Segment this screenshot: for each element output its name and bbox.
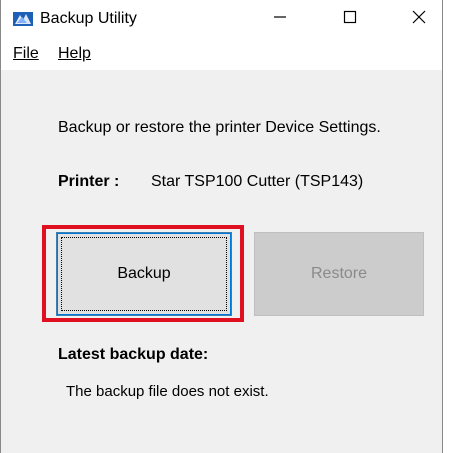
restore-button-label: Restore <box>310 265 368 282</box>
printer-value: Star TSP100 Cutter (TSP143) <box>151 173 364 190</box>
latest-backup-label: Latest backup date: <box>58 346 209 363</box>
description-text: Backup or restore the printer Device Set… <box>58 119 381 136</box>
backup-utility-window: Backup Utility File Help Backup or resto… <box>0 0 443 453</box>
latest-backup-value: The backup file does not exist. <box>66 383 269 400</box>
menu-help-label: Help <box>58 45 91 62</box>
window-title: Backup Utility <box>40 10 137 27</box>
minimize-icon <box>273 10 287 29</box>
minimize-button[interactable] <box>257 0 303 38</box>
focus-rectangle <box>61 237 227 311</box>
backup-utility-icon <box>13 11 33 27</box>
maximize-button[interactable] <box>327 0 373 38</box>
menu-help[interactable]: Help <box>58 45 91 63</box>
backup-button[interactable]: Backup <box>56 232 232 316</box>
title-bar[interactable]: Backup Utility <box>1 0 442 38</box>
restore-button[interactable]: Restore <box>254 232 424 316</box>
close-icon <box>412 10 426 29</box>
menu-file-label: File <box>13 45 39 62</box>
close-button[interactable] <box>396 0 442 38</box>
printer-label: Printer : <box>58 173 120 190</box>
menu-bar: File Help <box>1 38 442 70</box>
maximize-icon <box>343 10 357 29</box>
menu-file[interactable]: File <box>13 45 39 63</box>
